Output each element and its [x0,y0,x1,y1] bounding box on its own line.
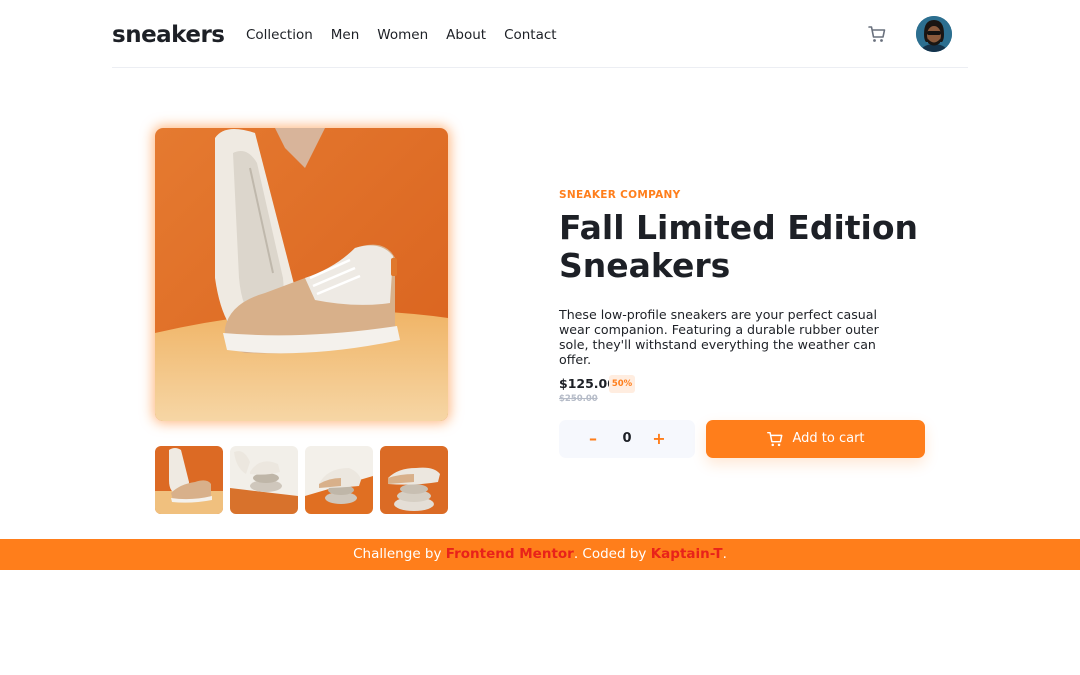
decrease-quantity-button[interactable]: – [585,429,601,449]
thumbnail-2[interactable] [230,446,298,514]
nav-men[interactable]: Men [331,26,360,44]
nav-about[interactable]: About [446,26,486,44]
quantity-stepper: – 0 + [559,420,695,458]
thumbnail-list [155,446,448,514]
company-label: SNEAKER COMPANY [559,189,681,201]
add-to-cart-label: Add to cart [792,431,865,446]
main-nav: Collection Men Women About Contact [246,26,557,44]
coded-by-text: . Coded by [573,546,647,562]
current-price: $125.00 [559,376,616,391]
thumbnail-4[interactable] [380,446,448,514]
original-price: $250.00 [559,394,598,404]
challenge-by-text: Challenge by [353,546,442,562]
avatar[interactable] [916,16,952,52]
site-header: sneakers Collection Men Women About Cont… [112,0,968,68]
author-link[interactable]: Kaptain-T [651,546,723,562]
frontend-mentor-link[interactable]: Frontend Mentor [446,546,574,562]
main-product-image[interactable] [155,128,448,421]
increase-quantity-button[interactable]: + [651,429,667,449]
thumbnail-1[interactable] [155,446,223,514]
attribution-footer: Challenge by Frontend Mentor. Coded by K… [0,539,1080,570]
nav-contact[interactable]: Contact [504,26,557,44]
footer-end-text: . [722,546,727,562]
thumbnail-3[interactable] [305,446,373,514]
cart-icon [767,431,783,447]
discount-badge: 50% [609,375,635,393]
product-description: These low-profile sneakers are your perf… [559,307,879,367]
nav-collection[interactable]: Collection [246,26,313,44]
product-title: Fall Limited Edition Sneakers [559,208,919,285]
quantity-value: 0 [622,431,632,446]
nav-women[interactable]: Women [377,26,428,44]
logo[interactable]: sneakers [112,22,225,48]
add-to-cart-button[interactable]: Add to cart [706,420,925,458]
cart-icon[interactable] [867,24,887,44]
